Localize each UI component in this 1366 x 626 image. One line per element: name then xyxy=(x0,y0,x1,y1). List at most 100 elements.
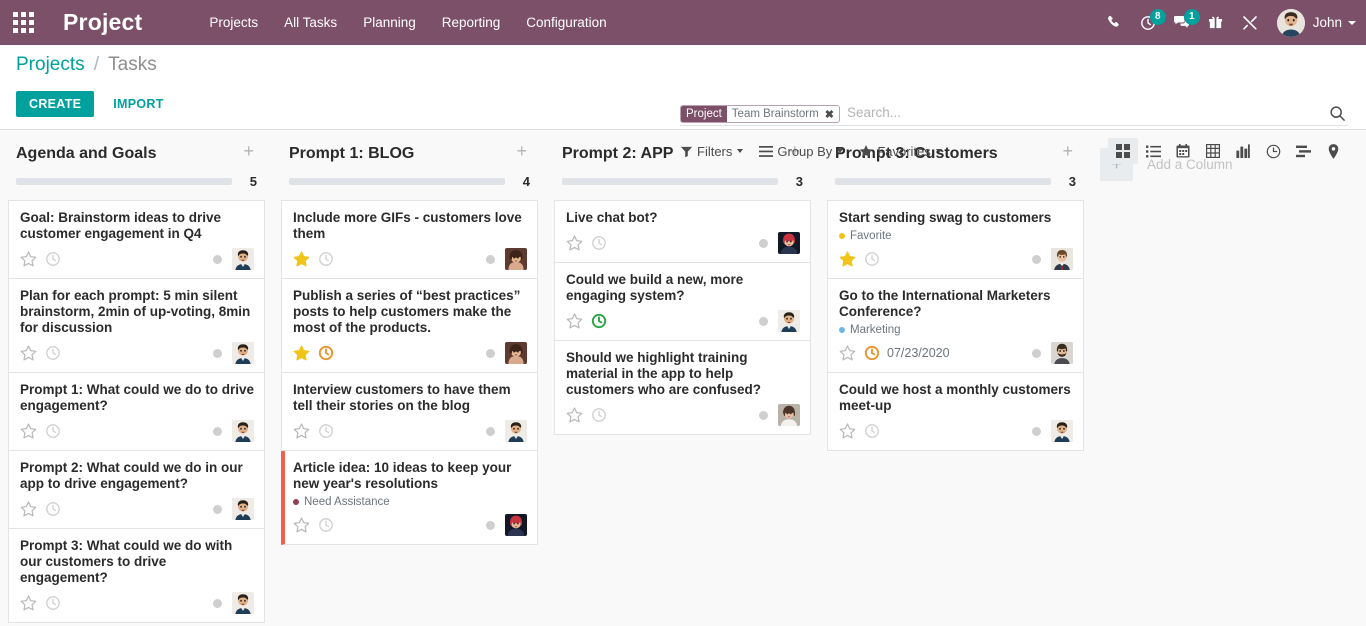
avatar[interactable] xyxy=(232,248,254,270)
clock-icon[interactable] xyxy=(864,251,880,267)
avatar[interactable] xyxy=(505,420,527,442)
star-icon[interactable] xyxy=(20,501,37,517)
avatar[interactable] xyxy=(232,592,254,614)
avatar[interactable] xyxy=(232,420,254,442)
filters-dropdown[interactable]: Filters xyxy=(680,144,743,159)
kanban-status-dot[interactable] xyxy=(759,239,768,248)
progress-bar[interactable] xyxy=(16,178,232,185)
clock-icon[interactable] xyxy=(45,251,61,267)
create-button[interactable]: CREATE xyxy=(16,91,94,117)
star-icon[interactable] xyxy=(839,423,856,439)
kanban-column-title[interactable]: Prompt 1: BLOG xyxy=(289,144,414,163)
kanban-card[interactable]: Interview customers to have them tell th… xyxy=(281,373,538,451)
kanban-column-count[interactable]: 4 xyxy=(518,174,530,189)
menu-item-reporting[interactable]: Reporting xyxy=(429,9,514,36)
breadcrumb-projects[interactable]: Projects xyxy=(16,54,85,75)
view-graph-button[interactable] xyxy=(1228,138,1258,164)
kanban-card[interactable]: Plan for each prompt: 5 min silent brain… xyxy=(8,279,265,373)
star-icon[interactable] xyxy=(20,251,37,267)
tools-icon[interactable] xyxy=(1233,0,1267,45)
kanban-card[interactable]: Could we host a monthly customers meet-u… xyxy=(827,373,1084,451)
kanban-card[interactable]: Start sending swag to customersFavorite xyxy=(827,200,1084,279)
clock-icon[interactable] xyxy=(591,235,607,251)
clock-icon[interactable] xyxy=(45,345,61,361)
kanban-column-count[interactable]: 3 xyxy=(791,174,803,189)
kanban-status-dot[interactable] xyxy=(213,255,222,264)
kanban-status-dot[interactable] xyxy=(1032,255,1041,264)
kanban-card[interactable]: Prompt 1: What could we do to drive enga… xyxy=(8,373,265,451)
phone-icon[interactable] xyxy=(1097,0,1131,45)
star-icon[interactable] xyxy=(293,423,310,439)
clock-icon[interactable] xyxy=(318,517,334,533)
kanban-status-dot[interactable] xyxy=(486,255,495,264)
avatar[interactable] xyxy=(1051,342,1073,364)
view-kanban-button[interactable] xyxy=(1108,138,1138,164)
menu-item-configuration[interactable]: Configuration xyxy=(513,9,619,36)
kanban-card[interactable]: Go to the International Marketers Confer… xyxy=(827,279,1084,373)
search-icon[interactable] xyxy=(1326,103,1348,125)
user-menu[interactable]: John xyxy=(1277,9,1356,37)
kanban-column-title[interactable]: Agenda and Goals xyxy=(16,144,156,163)
progress-bar[interactable] xyxy=(289,178,505,185)
kanban-card[interactable]: Live chat bot? xyxy=(554,200,811,263)
gift-icon[interactable] xyxy=(1199,0,1233,45)
kanban-column-count[interactable]: 5 xyxy=(245,174,257,189)
search-input[interactable] xyxy=(845,104,1326,124)
avatar[interactable] xyxy=(505,514,527,536)
clock-icon[interactable] xyxy=(318,423,334,439)
avatar[interactable] xyxy=(778,310,800,332)
kanban-status-dot[interactable] xyxy=(213,599,222,608)
kanban-card[interactable]: Include more GIFs - customers love them xyxy=(281,200,538,279)
progress-bar[interactable] xyxy=(562,178,778,185)
star-icon[interactable] xyxy=(566,235,583,251)
star-icon[interactable] xyxy=(839,345,856,361)
avatar[interactable] xyxy=(232,498,254,520)
view-list-button[interactable] xyxy=(1138,138,1168,164)
kanban-status-dot[interactable] xyxy=(213,505,222,514)
view-calendar-button[interactable] xyxy=(1168,138,1198,164)
close-icon[interactable]: ✖ xyxy=(823,106,839,122)
avatar[interactable] xyxy=(778,404,800,426)
kanban-status-dot[interactable] xyxy=(1032,427,1041,436)
favorites-dropdown[interactable]: Favorites xyxy=(859,144,941,159)
kanban-card-tag[interactable]: Marketing xyxy=(839,324,1073,336)
clock-icon[interactable] xyxy=(45,501,61,517)
kanban-card[interactable]: Prompt 3: What could we do with our cust… xyxy=(8,529,265,623)
kanban-column-title[interactable]: Prompt 2: APP xyxy=(562,144,673,163)
view-activity-button[interactable] xyxy=(1258,138,1288,164)
avatar[interactable] xyxy=(778,232,800,254)
star-icon[interactable] xyxy=(839,251,856,267)
avatar[interactable] xyxy=(1051,248,1073,270)
clock-icon[interactable] xyxy=(318,251,334,267)
menu-item-all-tasks[interactable]: All Tasks xyxy=(271,9,350,36)
avatar[interactable] xyxy=(505,248,527,270)
kanban-card[interactable]: Should we highlight training material in… xyxy=(554,341,811,435)
clock-icon[interactable] xyxy=(864,423,880,439)
star-icon[interactable] xyxy=(20,595,37,611)
import-button[interactable]: IMPORT xyxy=(102,91,174,117)
activity-clock-icon[interactable]: 8 xyxy=(1131,0,1165,45)
kanban-card[interactable]: Could we build a new, more engaging syst… xyxy=(554,263,811,341)
clock-icon[interactable] xyxy=(45,595,61,611)
view-map-button[interactable] xyxy=(1318,138,1348,164)
clock-icon[interactable] xyxy=(864,345,880,361)
star-icon[interactable] xyxy=(293,251,310,267)
add-card-button[interactable]: + xyxy=(240,144,257,159)
avatar[interactable] xyxy=(505,342,527,364)
messages-icon[interactable]: 1 xyxy=(1165,0,1199,45)
view-pivot-button[interactable] xyxy=(1198,138,1228,164)
apps-grid-icon[interactable] xyxy=(0,0,46,45)
search-facet-project[interactable]: Project Team Brainstorm ✖ xyxy=(680,105,840,123)
add-card-button[interactable]: + xyxy=(513,144,530,159)
kanban-status-dot[interactable] xyxy=(1032,349,1041,358)
group-by-dropdown[interactable]: Group By xyxy=(759,144,843,159)
clock-icon[interactable] xyxy=(591,407,607,423)
star-icon[interactable] xyxy=(20,345,37,361)
clock-icon[interactable] xyxy=(45,423,61,439)
app-brand-title[interactable]: Project xyxy=(63,9,142,36)
kanban-status-dot[interactable] xyxy=(486,427,495,436)
kanban-status-dot[interactable] xyxy=(213,427,222,436)
progress-bar[interactable] xyxy=(835,178,1051,185)
kanban-card-tag[interactable]: Favorite xyxy=(839,230,1073,242)
kanban-status-dot[interactable] xyxy=(486,521,495,530)
